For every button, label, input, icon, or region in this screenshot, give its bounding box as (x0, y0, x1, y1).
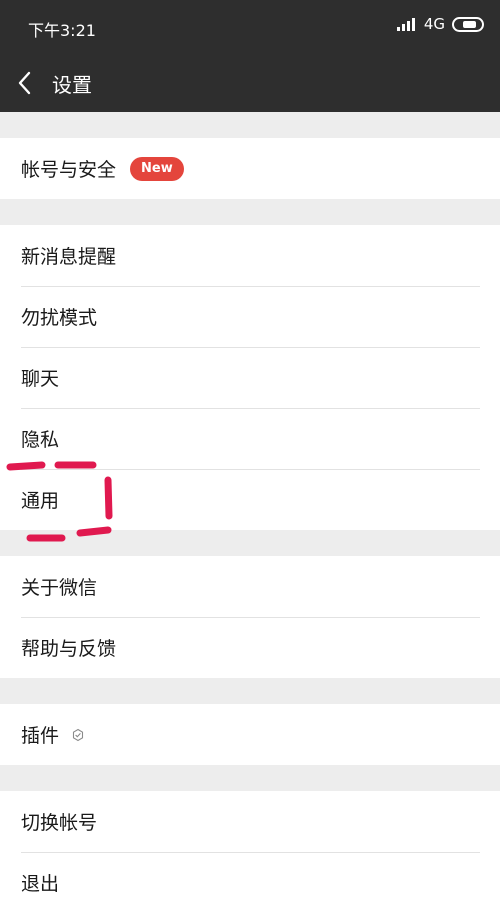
settings-item-label: 帮助与反馈 (21, 638, 117, 660)
plugin-icon (72, 728, 84, 741)
nav-bar: 设置 (0, 54, 500, 112)
settings-item-label: 隐私 (21, 429, 60, 451)
settings-item-label: 勿扰模式 (21, 307, 98, 329)
section-gap (0, 530, 500, 556)
settings-list: 帐号与安全 New 新消息提醒 勿扰模式 聊天 隐私 通用 关于微信 帮助与反馈 (0, 112, 500, 913)
settings-item-plugins[interactable]: 插件 (0, 704, 500, 765)
settings-item-label: 切换帐号 (21, 812, 98, 834)
settings-group-about: 关于微信 帮助与反馈 (0, 556, 500, 678)
settings-item-about-wechat[interactable]: 关于微信 (0, 556, 500, 617)
network-label: 4G (423, 15, 445, 33)
section-gap (0, 199, 500, 225)
settings-item-help-feedback[interactable]: 帮助与反馈 (0, 617, 500, 678)
settings-item-logout[interactable]: 退出 (0, 852, 500, 913)
settings-group-session: 切换帐号 退出 (0, 791, 500, 913)
settings-item-switch-account[interactable]: 切换帐号 (0, 791, 500, 852)
settings-item-label: 退出 (21, 873, 60, 895)
settings-item-label: 聊天 (21, 368, 60, 390)
new-badge: New (130, 156, 184, 181)
status-indicators: 4G (396, 15, 484, 33)
settings-group-plugins: 插件 (0, 704, 500, 765)
settings-item-account-security[interactable]: 帐号与安全 New (0, 138, 500, 199)
page-title: 设置 (52, 73, 92, 97)
chevron-left-icon (18, 71, 31, 95)
status-bar: 下午3:21 4G (0, 0, 500, 54)
settings-item-chat[interactable]: 聊天 (0, 347, 500, 408)
signal-icon (396, 17, 417, 31)
settings-item-label: 通用 (21, 490, 60, 512)
settings-item-label: 帐号与安全 (21, 159, 117, 181)
settings-group-account: 帐号与安全 New (0, 138, 500, 199)
section-gap (0, 765, 500, 791)
settings-item-label: 关于微信 (21, 577, 98, 599)
settings-item-label: 新消息提醒 (21, 246, 117, 268)
battery-icon (452, 16, 484, 32)
settings-item-new-message-alerts[interactable]: 新消息提醒 (0, 225, 500, 286)
status-time: 下午3:21 (28, 21, 96, 40)
settings-item-label: 插件 (21, 725, 60, 747)
settings-item-do-not-disturb[interactable]: 勿扰模式 (0, 286, 500, 347)
settings-item-privacy[interactable]: 隐私 (0, 408, 500, 469)
section-gap (0, 678, 500, 704)
section-gap (0, 112, 500, 138)
back-button[interactable] (12, 66, 42, 100)
settings-group-general: 新消息提醒 勿扰模式 聊天 隐私 通用 (0, 225, 500, 530)
settings-item-general[interactable]: 通用 (0, 469, 500, 530)
